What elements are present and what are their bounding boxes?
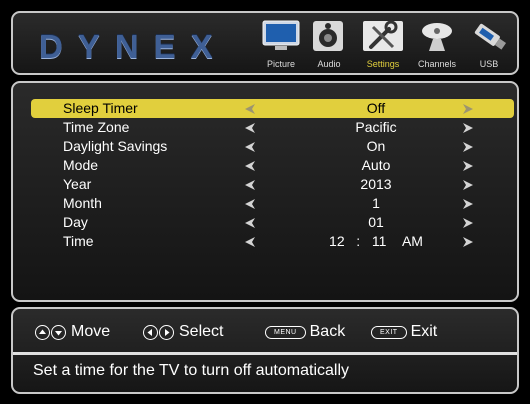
setting-row-month[interactable]: Month 1 [31, 194, 514, 213]
tv-icon [259, 19, 303, 53]
tab-channels-label: Channels [417, 59, 457, 69]
satellite-dish-icon [415, 19, 459, 53]
time-value: 12 : 11 AM [271, 233, 481, 249]
tab-channels[interactable]: Channels [413, 19, 461, 69]
setting-label: Sleep Timer [63, 100, 138, 116]
hint-move: Move [35, 323, 110, 341]
usb-drive-icon [467, 19, 511, 53]
setting-row-daylight-savings[interactable]: Daylight Savings On [31, 137, 514, 156]
setting-label: Day [63, 214, 88, 230]
menu-key-icon: MENU [265, 325, 306, 339]
setting-value: Off [366, 100, 386, 116]
right-arrow-icon[interactable] [462, 197, 474, 213]
hint-back-label: Back [309, 323, 346, 340]
hint-back: MENU Back [265, 323, 345, 341]
settings-menu-panel: Sleep Timer Off Time Zone Pacific Daylig… [11, 81, 519, 302]
left-arrow-icon[interactable] [244, 235, 256, 251]
setting-value: 01 [368, 214, 384, 230]
hint-exit-label: Exit [410, 323, 438, 340]
hint-move-label: Move [71, 323, 111, 340]
speaker-icon [307, 19, 351, 53]
time-hour[interactable]: 12 [329, 233, 345, 249]
divider [13, 352, 517, 355]
setting-value: Pacific [355, 119, 397, 135]
right-arrow-icon[interactable] [462, 159, 474, 175]
left-arrow-icon[interactable] [244, 197, 256, 213]
tab-audio[interactable]: Audio [305, 19, 353, 69]
setting-row-sleep-timer[interactable]: Sleep Timer Off [31, 99, 514, 118]
up-arrow-icon [35, 324, 50, 340]
setting-row-mode[interactable]: Mode Auto [31, 156, 514, 175]
setting-row-day[interactable]: Day 01 [31, 213, 514, 232]
dynex-logo: DYNEX [39, 28, 228, 65]
right-arrow-icon[interactable] [462, 102, 474, 118]
left-arrow-icon[interactable] [244, 216, 256, 232]
right-arrow-icon[interactable] [462, 178, 474, 194]
time-minute[interactable]: 11 [372, 233, 387, 249]
time-separator: : [356, 233, 361, 249]
setting-row-time-zone[interactable]: Time Zone Pacific [31, 118, 514, 137]
hint-exit: EXIT Exit [371, 323, 437, 341]
left-arrow-icon[interactable] [244, 159, 256, 175]
tab-settings[interactable]: Settings [359, 19, 407, 69]
tab-usb[interactable]: USB [465, 19, 513, 69]
setting-label: Time Zone [63, 119, 130, 135]
left-arrow-icon[interactable] [244, 102, 256, 118]
hint-select-label: Select [179, 323, 224, 340]
exit-key-icon: EXIT [371, 325, 407, 339]
setting-label: Month [63, 195, 102, 211]
header-panel: DYNEX Picture Audio Settings Channels US… [11, 11, 519, 75]
setting-label: Time [63, 233, 94, 249]
setting-value: On [366, 138, 386, 154]
hint-select: Select [143, 323, 223, 341]
right-arrow-icon[interactable] [462, 140, 474, 156]
left-arrow-icon[interactable] [244, 140, 256, 156]
footer-panel: Move Select MENU Back EXIT Exit Set a ti… [11, 307, 519, 394]
time-ampm[interactable]: AM [402, 233, 423, 249]
setting-label: Mode [63, 157, 99, 173]
left-arrow-icon[interactable] [244, 178, 256, 194]
tab-usb-label: USB [479, 59, 499, 69]
right-arrow-icon[interactable] [462, 121, 474, 137]
setting-label: Daylight Savings [63, 138, 168, 154]
setting-row-time[interactable]: Time 12 : 11 AM [31, 232, 514, 251]
help-description: Set a time for the TV to turn off automa… [33, 362, 350, 379]
tools-icon [361, 19, 405, 53]
left-arrow-icon[interactable] [244, 121, 256, 137]
setting-value: 2013 [360, 176, 392, 192]
tab-picture[interactable]: Picture [257, 19, 305, 69]
right-arrow-icon[interactable] [462, 216, 474, 232]
tab-settings-label: Settings [366, 59, 400, 69]
down-arrow-icon [51, 324, 66, 340]
setting-label: Year [63, 176, 92, 192]
right-arrow-icon [159, 324, 174, 340]
tab-picture-label: Picture [266, 59, 295, 69]
left-arrow-icon [143, 324, 158, 340]
setting-value: Auto [361, 157, 391, 173]
tab-audio-label: Audio [317, 59, 341, 69]
setting-value: 1 [372, 195, 380, 211]
right-arrow-icon[interactable] [462, 235, 474, 251]
setting-row-year[interactable]: Year 2013 [31, 175, 514, 194]
